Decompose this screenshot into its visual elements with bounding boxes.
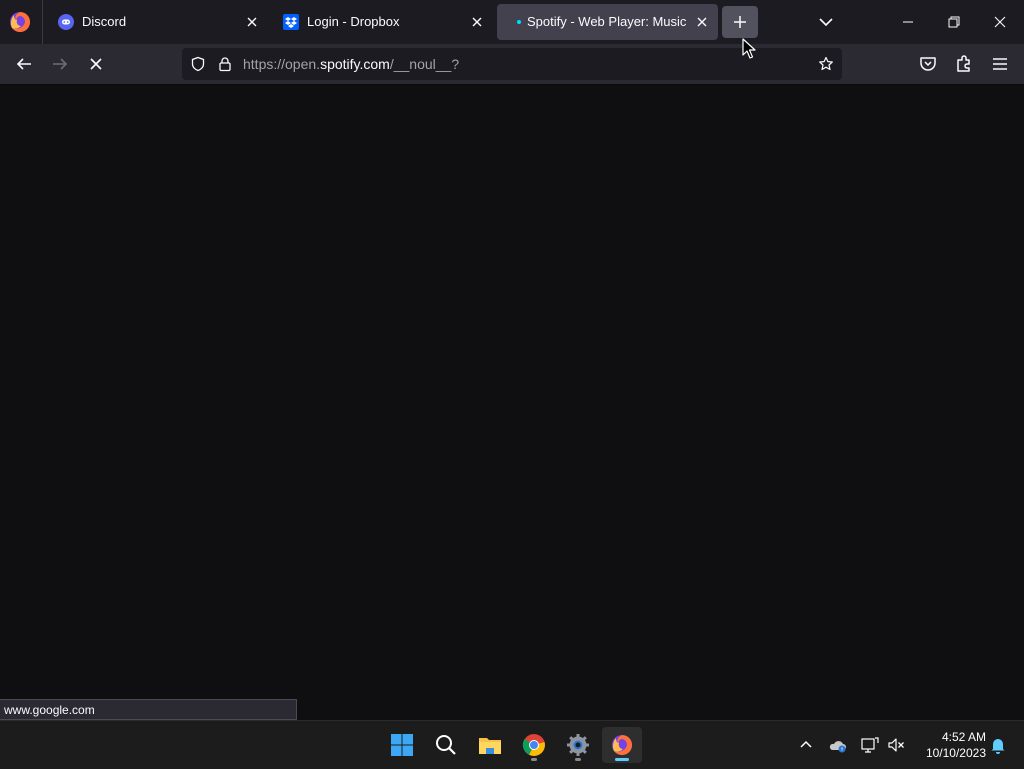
mouse-cursor-icon: [742, 38, 756, 59]
nav-toolbar: https://open.spotify.com/__noul__?: [0, 44, 1024, 85]
forward-icon[interactable]: [48, 52, 72, 76]
chevron-up-icon[interactable]: [796, 735, 816, 755]
system-clock[interactable]: 4:52 AM 10/10/2023: [910, 729, 986, 761]
back-icon[interactable]: [12, 52, 36, 76]
chrome-button[interactable]: [514, 727, 554, 763]
list-all-tabs-icon[interactable]: [814, 10, 838, 34]
file-explorer-icon: [479, 738, 501, 754]
taskbar: 4:52 AM 10/10/2023: [0, 720, 1024, 769]
running-indicator: [575, 758, 581, 761]
url-prefix: https://open.: [243, 56, 321, 72]
url-host: spotify.com: [320, 56, 390, 72]
clock-date: 10/10/2023: [925, 746, 986, 760]
tab-title: Spotify - Web Player: Music for everyone: [527, 14, 690, 29]
plus-icon: [734, 16, 746, 28]
url-text[interactable]: https://open.spotify.com/__noul__?: [243, 48, 459, 80]
search-icon: [436, 735, 456, 755]
restore-icon[interactable]: [940, 8, 968, 36]
tab-title: Login - Dropbox: [307, 14, 400, 29]
tracking-protection-shield-icon[interactable]: [190, 56, 206, 72]
search-button[interactable]: [426, 727, 466, 763]
url-path: /__noul__?: [389, 56, 460, 72]
clock-time: 4:52 AM: [941, 730, 986, 744]
pocket-icon[interactable]: [916, 52, 940, 76]
active-indicator: [615, 758, 629, 761]
settings-icon: [567, 734, 589, 756]
tab-title: Discord: [82, 14, 127, 29]
start-button[interactable]: [382, 727, 422, 763]
stop-loading-icon[interactable]: [84, 52, 108, 76]
start-icon: [391, 734, 413, 756]
firefox-taskbar-button[interactable]: [602, 727, 642, 763]
menu-icon[interactable]: [988, 52, 1012, 76]
tab-dropbox[interactable]: Login - Dropbox: [271, 4, 493, 40]
firefox-icon[interactable]: [8, 10, 32, 34]
tab-strip: Discord Login - Dropbox Spotify - Web Pl…: [0, 0, 1024, 44]
onedrive-icon[interactable]: [828, 735, 848, 755]
firefox-icon: [612, 735, 632, 755]
file-explorer-button[interactable]: [470, 727, 510, 763]
link-status-bar: www.google.com: [0, 699, 297, 720]
lock-icon[interactable]: [217, 56, 233, 72]
close-tab-icon[interactable]: [469, 14, 485, 30]
new-tab-button[interactable]: [722, 6, 758, 38]
close-tab-icon[interactable]: [244, 14, 260, 30]
close-window-icon[interactable]: [986, 8, 1014, 36]
minimize-icon[interactable]: [894, 8, 922, 36]
bookmark-star-icon[interactable]: [818, 56, 834, 72]
discord-icon: [58, 14, 74, 30]
extensions-icon[interactable]: [952, 52, 976, 76]
running-indicator: [531, 758, 537, 761]
settings-button[interactable]: [558, 727, 598, 763]
notification-bell-icon[interactable]: [988, 735, 1008, 755]
page-content: [0, 85, 1024, 720]
volume-muted-icon[interactable]: [886, 735, 906, 755]
loading-dot-icon: [517, 20, 521, 24]
chrome-icon: [522, 734, 545, 756]
dropbox-icon: [283, 14, 299, 30]
tab-separator: [42, 0, 43, 44]
network-icon[interactable]: [860, 735, 880, 755]
close-tab-icon[interactable]: [694, 14, 710, 30]
tab-spotify[interactable]: Spotify - Web Player: Music for everyone: [497, 4, 718, 40]
tab-discord[interactable]: Discord: [46, 4, 268, 40]
